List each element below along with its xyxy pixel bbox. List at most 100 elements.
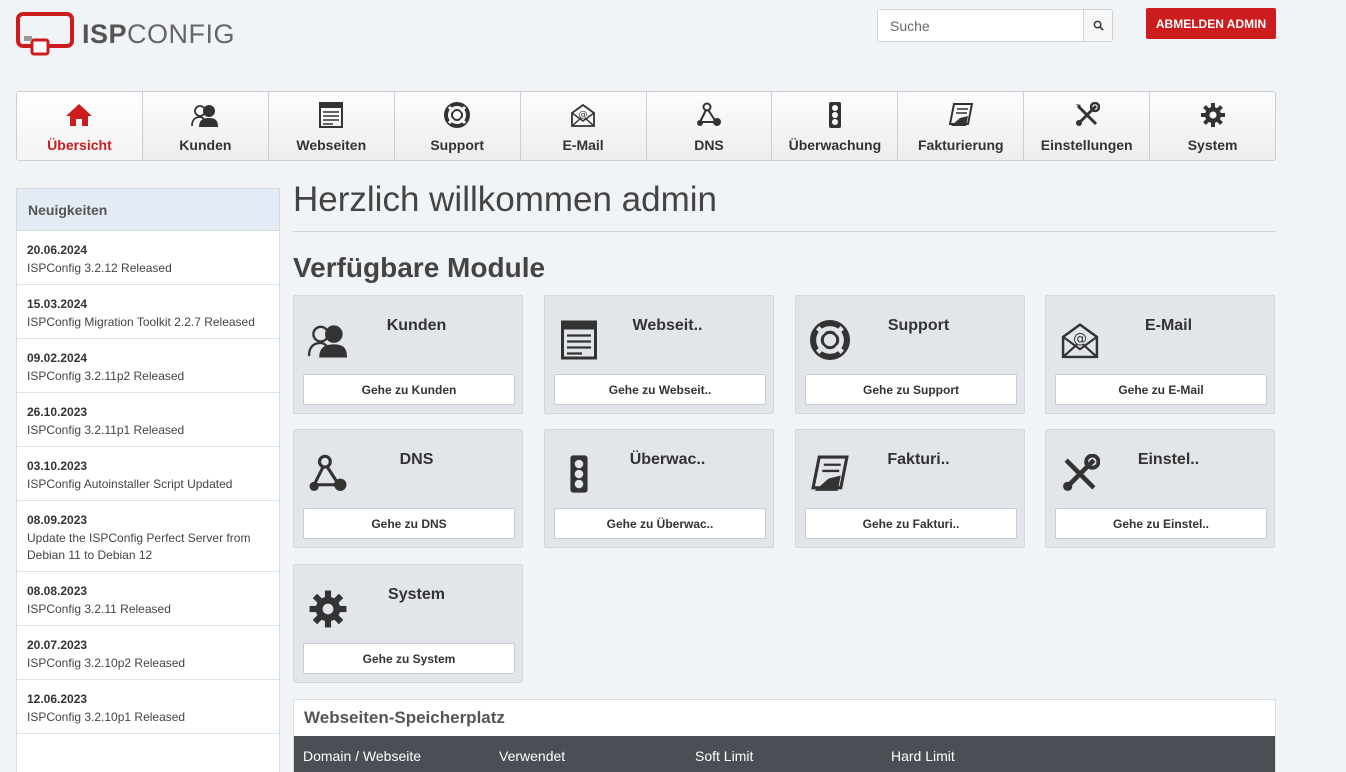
- divider: [293, 231, 1276, 232]
- svg-text:@: @: [1073, 331, 1087, 347]
- news-date: 12.06.2023: [27, 692, 88, 706]
- search-icon: [1093, 20, 1104, 31]
- news-date: 08.08.2023: [27, 584, 88, 598]
- news-date: 09.02.2024: [27, 351, 88, 365]
- module-title: Support: [887, 317, 950, 334]
- nav-item-system[interactable]: System: [1150, 92, 1275, 160]
- news-item[interactable]: 08.08.2023 ISPConfig 3.2.11 Released: [17, 572, 279, 626]
- gear-icon: [306, 587, 350, 631]
- news-date: 08.09.2023: [27, 513, 88, 527]
- traffic-light-icon: [557, 452, 601, 496]
- module-title: Webseit..: [632, 317, 703, 334]
- module-card-websites: Webseit.. Gehe zu Webseit..: [544, 295, 774, 414]
- module-card-monitoring: Überwac.. Gehe zu Überwac..: [544, 429, 774, 548]
- module-button[interactable]: Gehe zu Überwac..: [554, 508, 766, 539]
- nav-item-websites[interactable]: Webseiten: [269, 92, 395, 160]
- news-title[interactable]: ISPConfig 3.2.10p2 Released: [27, 655, 269, 672]
- news-item[interactable]: 20.07.2023 ISPConfig 3.2.10p2 Released: [17, 626, 279, 680]
- nav-item-overview[interactable]: Übersicht: [17, 92, 143, 160]
- users-icon: [191, 101, 219, 129]
- modules-heading: Verfügbare Module: [293, 252, 546, 283]
- module-button[interactable]: Gehe zu Einstel..: [1055, 508, 1267, 539]
- module-title: Kunden: [386, 317, 447, 334]
- news-title[interactable]: ISPConfig Migration Toolkit 2.2.7 Releas…: [27, 314, 269, 331]
- logo[interactable]: ISPCONFIG: [16, 12, 235, 56]
- module-button[interactable]: Gehe zu E-Mail: [1055, 374, 1267, 405]
- module-card-settings: Einstel.. Gehe zu Einstel..: [1045, 429, 1275, 548]
- page-title: Herzlich willkommen admin: [293, 180, 717, 219]
- module-card-system: System Gehe zu System: [293, 564, 523, 683]
- news-item[interactable]: 26.10.2023 ISPConfig 3.2.11p1 Released: [17, 393, 279, 447]
- news-date: 20.06.2024: [27, 243, 88, 257]
- news-title[interactable]: ISPConfig 3.2.11 Released: [27, 601, 269, 618]
- tools-icon: [1073, 101, 1101, 129]
- module-button[interactable]: Gehe zu Fakturi..: [805, 508, 1017, 539]
- module-card-support: Support Gehe zu Support: [795, 295, 1025, 414]
- nav-item-billing[interactable]: Fakturierung: [898, 92, 1025, 160]
- search-box: [877, 9, 1113, 42]
- nav-label: Webseiten: [296, 137, 367, 153]
- news-title[interactable]: ISPConfig 3.2.11p1 Released: [27, 422, 269, 439]
- news-date: 20.07.2023: [27, 638, 88, 652]
- news-date: 15.03.2024: [27, 297, 88, 311]
- website-icon: [557, 318, 601, 362]
- news-item[interactable]: 20.06.2024 ISPConfig 3.2.12 Released: [17, 231, 279, 285]
- news-title[interactable]: Update the ISPConfig Perfect Server from…: [27, 530, 269, 564]
- module-title: Einstel..: [1137, 451, 1200, 468]
- module-button[interactable]: Gehe zu System: [303, 643, 515, 674]
- news-title[interactable]: ISPConfig 3.2.11p2 Released: [27, 368, 269, 385]
- module-button[interactable]: Gehe zu Kunden: [303, 374, 515, 405]
- module-title: System: [388, 586, 445, 603]
- nav-label: Kunden: [179, 137, 232, 153]
- column-header[interactable]: Soft Limit: [686, 748, 882, 764]
- logo-text: ISPCONFIG: [82, 18, 236, 49]
- nav-item-customers[interactable]: Kunden: [143, 92, 269, 160]
- top-navigation: Übersicht Kunden Webseiten Support @ E-M…: [16, 91, 1276, 161]
- news-date: 26.10.2023: [27, 405, 88, 419]
- email-icon: @: [569, 101, 597, 129]
- news-item[interactable]: 12.06.2023 ISPConfig 3.2.10p1 Released: [17, 680, 279, 734]
- column-header[interactable]: Verwendet: [490, 748, 686, 764]
- nav-label: DNS: [694, 137, 724, 153]
- logo-icon: [16, 12, 74, 56]
- nav-label: Support: [430, 137, 484, 153]
- news-item[interactable]: 08.09.2023 Update the ISPConfig Perfect …: [17, 501, 279, 572]
- lifebuoy-icon: [443, 101, 471, 129]
- nav-item-support[interactable]: Support: [395, 92, 521, 160]
- nav-item-monitoring[interactable]: Überwachung: [772, 92, 899, 160]
- website-storage-panel: Webseiten-Speicherplatz Domain / Webseit…: [293, 699, 1276, 772]
- module-title: DNS: [399, 451, 434, 468]
- module-card-email: @ E-Mail Gehe zu E-Mail: [1045, 295, 1275, 414]
- module-title: Überwac..: [629, 451, 706, 468]
- column-header[interactable]: Domain / Webseite: [294, 748, 490, 764]
- news-sidebar: Neuigkeiten 20.06.2024 ISPConfig 3.2.12 …: [16, 188, 280, 772]
- module-button[interactable]: Gehe zu Support: [805, 374, 1017, 405]
- column-header[interactable]: Hard Limit: [882, 748, 1078, 764]
- module-card-dns: DNS Gehe zu DNS: [293, 429, 523, 548]
- nav-item-email[interactable]: @ E-Mail: [521, 92, 647, 160]
- tools-icon: [1058, 452, 1102, 496]
- news-title[interactable]: ISPConfig 3.2.12 Released: [27, 260, 269, 277]
- module-button[interactable]: Gehe zu DNS: [303, 508, 515, 539]
- email-icon: @: [1058, 318, 1102, 362]
- module-card-customers: Kunden Gehe zu Kunden: [293, 295, 523, 414]
- news-title[interactable]: ISPConfig 3.2.10p1 Released: [27, 709, 269, 726]
- gear-icon: [1199, 101, 1227, 129]
- nav-label: Fakturierung: [918, 137, 1004, 153]
- news-title[interactable]: ISPConfig Autoinstaller Script Updated: [27, 476, 269, 493]
- search-input[interactable]: [878, 10, 1083, 41]
- nav-item-settings[interactable]: Einstellungen: [1024, 92, 1151, 160]
- news-header: Neuigkeiten: [17, 189, 279, 231]
- lifebuoy-icon: [808, 318, 852, 362]
- news-item[interactable]: 15.03.2024 ISPConfig Migration Toolkit 2…: [17, 285, 279, 339]
- nav-label: Überwachung: [788, 137, 882, 153]
- news-item[interactable]: 03.10.2023 ISPConfig Autoinstaller Scrip…: [17, 447, 279, 501]
- users-icon: [306, 318, 350, 362]
- nav-label: Übersicht: [47, 137, 112, 153]
- search-button[interactable]: [1083, 10, 1112, 41]
- logout-button[interactable]: ABMELDEN ADMIN: [1146, 8, 1276, 39]
- news-item[interactable]: 09.02.2024 ISPConfig 3.2.11p2 Released: [17, 339, 279, 393]
- svg-text:@: @: [579, 110, 588, 120]
- nav-item-dns[interactable]: DNS: [647, 92, 773, 160]
- module-button[interactable]: Gehe zu Webseit..: [554, 374, 766, 405]
